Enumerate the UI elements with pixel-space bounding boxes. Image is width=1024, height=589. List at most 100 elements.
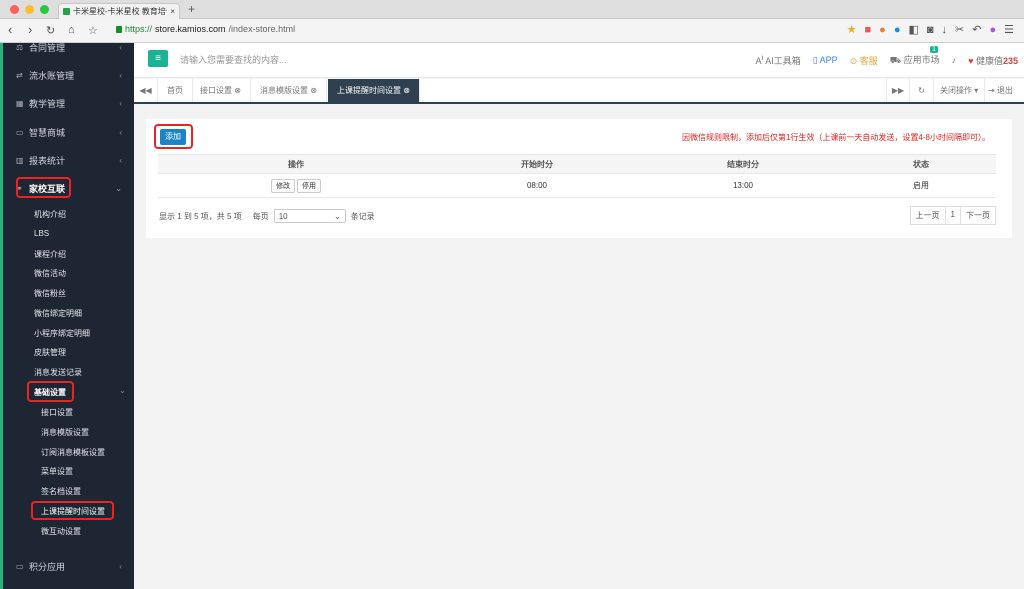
browser-tabstrip: 卡米星校-卡米星校 教育培训机 × + [0,0,1024,19]
logout-link[interactable]: ⇥ 退出 [984,79,1017,102]
new-tab-button[interactable]: + [188,2,195,16]
browser-tab[interactable]: 卡米星校-卡米星校 教育培训机 × [58,3,180,19]
extension-translate-icon[interactable]: ◧ [908,23,918,36]
column-header[interactable]: 结束时分 [640,155,846,173]
sidebar-sub-wechat-activity[interactable]: 微信活动 [34,268,66,279]
sidebar-sub-org-intro[interactable]: 机构介绍 [34,209,66,220]
sidebar-sub2-menu[interactable]: 菜单设置 [41,466,73,477]
sidebar-sub2-subscribe-template[interactable]: 订阅消息模板设置 [41,447,105,458]
chevron-left-icon: ‹ [119,127,122,137]
edit-button[interactable]: 修改 [271,178,295,193]
sidebar-sub2-signature[interactable]: 签名档设置 [41,486,81,497]
tab-message-template[interactable]: 消息模版设置 ⊗ [251,79,327,102]
sidebar-item-points[interactable]: ▭ 积分应用 ‹ [0,557,134,575]
sidebar-sub-wechat-fans[interactable]: 微信粉丝 [34,288,66,299]
url-scheme: https:// [125,24,153,34]
close-window-icon[interactable] [10,5,19,14]
prev-page-button[interactable]: 上一页 [909,206,946,225]
lock-icon [116,25,122,33]
minimize-window-icon[interactable] [25,5,34,14]
highlight-box [16,177,71,198]
download-icon[interactable]: ↓ [942,24,948,36]
notice-text: 因微信规则限制，添加后仅第1行生效（上课前一天自动发送，设置4-8小时间隔即可）… [681,133,990,142]
favicon-icon [63,8,70,15]
health-label: 健康值 [975,55,1003,66]
start-time-cell: 08:00 [526,181,548,190]
page-number-button[interactable]: 1 [944,206,961,225]
extension-orange-icon[interactable]: ● [879,24,886,36]
service-label: 客服 [859,55,878,66]
sidebar-sub-wechat-binding[interactable]: 微信绑定明细 [34,308,82,319]
extension-game-icon[interactable]: ■ [865,24,872,36]
heart-icon: ♥ [968,55,976,66]
next-page-button[interactable]: 下一页 [960,206,996,225]
highlight-box [27,381,74,402]
column-header[interactable]: 操作 [158,155,434,173]
market-link[interactable]: ⛟ 应用市场 [890,53,940,67]
sidebar-sub-miniprogram-binding[interactable]: 小程序绑定明细 [34,328,90,339]
chevron-left-icon: ‹ [119,42,122,52]
sidebar-item-teaching[interactable]: ▦ 教学管理 ‹ [0,94,134,112]
tab-home[interactable]: 首页 [158,79,193,102]
bookmark-icon[interactable]: ☆ [88,24,98,37]
app-link[interactable]: ▯ APP [813,55,838,66]
url-field[interactable]: https://store.kamios.com/index-store.htm… [116,24,295,34]
extension-blue-icon[interactable]: ● [894,24,901,36]
chevron-left-icon: ‹ [119,70,122,80]
sidebar-item-ledger[interactable]: ⇄ 流水账管理 ‹ [0,66,134,84]
sidebar-item-reports[interactable]: ▥ 报表统计 ‹ [0,151,134,169]
service-link[interactable]: ⊙ 客服 [850,54,878,67]
star-icon[interactable]: ★ [847,23,857,36]
scroll-right-icon[interactable]: ▶▶ [886,79,910,102]
sidebar-item-label: 积分应用 [29,561,66,572]
search-input[interactable]: 请输入您需要查找的内容... [180,53,287,66]
sidebar-sub-message-log[interactable]: 消息发送记录 [34,367,82,378]
tab-interface-settings[interactable]: 接口设置 ⊗ [191,79,251,102]
logout-icon: ⇥ [988,86,997,95]
close-operations-dropdown[interactable]: 关闭操作 ▾ [934,79,986,102]
row-actions: 修改 停用 [158,174,434,197]
column-header[interactable]: 状态 [846,155,996,173]
menu-toggle-button[interactable]: ≡ [148,50,168,67]
support-icon: ⊙ [849,55,860,66]
sidebar-sub-skin[interactable]: 皮肤管理 [34,347,66,358]
url-path: /index-store.html [228,24,296,34]
health-value: 235 [1002,55,1018,66]
calendar-icon: ▦ [16,98,24,108]
sidebar: ⚖ 合同管理 ‹ ⇄ 流水账管理 ‹ ▦ 教学管理 ‹ ▭ 智慧商城 ‹ ▥ 报表统计 ‹ ⚭ 家校互… [0,43,134,589]
chevron-left-icon: ‹ [119,155,122,165]
browser-toolbar-icons: ★ ■ ● ● ◧ ◙ ↓ ✂ ↶ ● ☰ [847,23,1014,37]
scroll-left-icon[interactable]: ◀◀ [134,79,158,102]
sidebar-item-mall[interactable]: ▭ 智慧商城 ‹ [0,123,134,141]
tab-class-reminder[interactable]: 上课提醒时间设置 ⊗ [328,79,420,102]
per-page-value: 10 [278,211,288,221]
table-row: 修改 停用 08:00 13:00 启用 [158,174,996,198]
refresh-icon[interactable]: ↻ [910,79,934,102]
scissors-icon[interactable]: ✂ [955,23,964,36]
sidebar-sub2-message-template[interactable]: 消息模版设置 [41,427,89,438]
extension-purple-icon[interactable]: ● [989,24,996,36]
health-link[interactable]: ♥ 健康值235 [968,54,1018,67]
table-header: 操作 开始时分 结束时分 状态 [158,154,996,174]
column-header[interactable]: 开始时分 [434,155,640,173]
bell-icon[interactable]: ♪ [952,55,957,65]
sidebar-item-contract[interactable]: ⚖ 合同管理 ‹ [0,38,134,56]
sidebar-sub-course-intro[interactable]: 课程介绍 [34,249,66,260]
chevron-left-icon: ‹ [119,98,122,108]
menu-icon[interactable]: ☰ [1004,23,1014,36]
disable-button[interactable]: 停用 [297,178,321,193]
sidebar-sub2-interface[interactable]: 接口设置 [41,407,73,418]
ai-tools-link[interactable]: Ai AI工具箱 [755,53,800,67]
logout-label: 退出 [996,86,1013,95]
forward-icon[interactable]: › [28,22,32,37]
undo-icon[interactable]: ↶ [972,23,981,36]
reload-icon[interactable]: ↻ [46,24,55,37]
zoom-window-icon[interactable] [40,5,49,14]
sidebar-sub2-micro-interaction[interactable]: 微互动设置 [41,526,81,537]
per-page-select[interactable]: 10 ⌄ [273,209,346,223]
camera-icon[interactable]: ◙ [927,24,934,36]
home-icon[interactable]: ⌂ [68,24,75,36]
sidebar-sub-lbs[interactable]: LBS [34,229,49,238]
close-tab-icon[interactable]: × [170,7,175,16]
back-icon[interactable]: ‹ [8,22,12,37]
